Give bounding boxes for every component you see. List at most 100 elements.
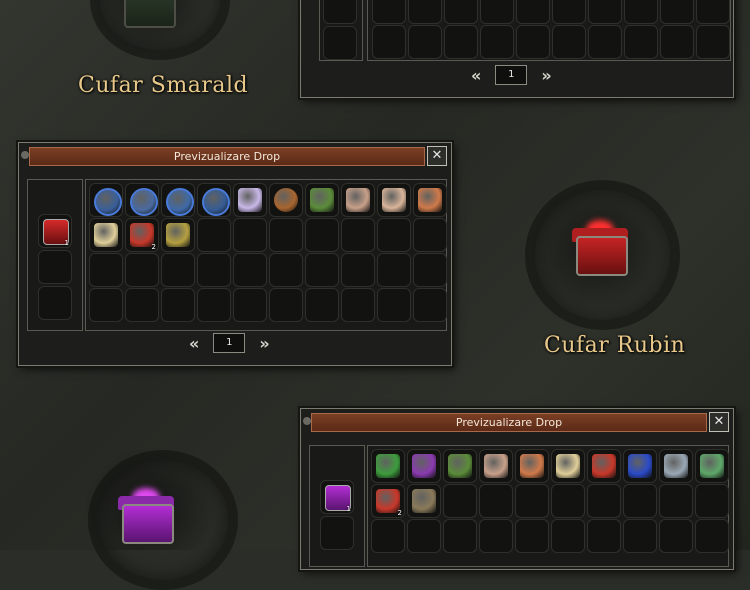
grid-slot[interactable]: [371, 449, 405, 483]
grid-slot[interactable]: [197, 253, 231, 287]
grid-slot[interactable]: [660, 25, 694, 59]
grid-slot[interactable]: [695, 519, 729, 553]
grid-slot[interactable]: [515, 484, 549, 518]
grid-slot[interactable]: [480, 25, 514, 59]
grid-slot[interactable]: [197, 218, 231, 252]
grid-slot[interactable]: [408, 0, 442, 24]
grid-slot[interactable]: [161, 183, 195, 217]
grid-slot[interactable]: [269, 288, 303, 322]
grid-slot[interactable]: [516, 0, 550, 24]
grid-slot[interactable]: [341, 253, 375, 287]
grid-slot[interactable]: [444, 0, 478, 24]
side-slot-chest[interactable]: 1: [38, 214, 72, 248]
amethyst-chest-icon[interactable]: [116, 488, 176, 546]
grid-slot[interactable]: [377, 183, 411, 217]
prev-page-button[interactable]: «: [189, 334, 199, 353]
next-page-button[interactable]: »: [541, 66, 551, 85]
grid-slot[interactable]: [407, 449, 441, 483]
grid-slot[interactable]: [372, 0, 406, 24]
grid-slot[interactable]: [551, 484, 585, 518]
close-button[interactable]: ✕: [427, 146, 447, 166]
grid-slot[interactable]: [695, 449, 729, 483]
grid-slot[interactable]: [444, 25, 478, 59]
next-page-button[interactable]: »: [259, 334, 269, 353]
grid-slot[interactable]: [341, 288, 375, 322]
grid-slot[interactable]: [587, 484, 621, 518]
grid-slot[interactable]: [660, 0, 694, 24]
grid-slot[interactable]: [269, 183, 303, 217]
grid-slot[interactable]: [89, 218, 123, 252]
side-slot[interactable]: [323, 26, 357, 60]
grid-slot[interactable]: [479, 484, 513, 518]
side-slot[interactable]: [38, 250, 72, 284]
grid-slot[interactable]: [161, 288, 195, 322]
grid-slot[interactable]: [479, 449, 513, 483]
grid-slot[interactable]: [161, 218, 195, 252]
grid-slot[interactable]: [479, 519, 513, 553]
grid-slot[interactable]: [305, 288, 339, 322]
grid-slot[interactable]: [305, 218, 339, 252]
ruby-chest-icon[interactable]: [570, 220, 630, 278]
grid-slot[interactable]: [623, 519, 657, 553]
grid-slot[interactable]: [233, 253, 267, 287]
grid-slot[interactable]: [407, 519, 441, 553]
prev-page-button[interactable]: «: [471, 66, 481, 85]
grid-slot[interactable]: [551, 449, 585, 483]
grid-slot[interactable]: [372, 25, 406, 59]
grid-slot[interactable]: [371, 519, 405, 553]
grid-slot[interactable]: [89, 253, 123, 287]
grid-slot[interactable]: [377, 218, 411, 252]
grid-slot[interactable]: [407, 484, 441, 518]
grid-slot[interactable]: [623, 484, 657, 518]
close-button[interactable]: ✕: [709, 412, 729, 432]
grid-slot[interactable]: [695, 484, 729, 518]
grid-slot[interactable]: [696, 25, 730, 59]
grid-slot[interactable]: [269, 253, 303, 287]
grid-slot[interactable]: [377, 288, 411, 322]
grid-slot[interactable]: [413, 253, 447, 287]
grid-slot[interactable]: [587, 519, 621, 553]
grid-slot[interactable]: 2: [371, 484, 405, 518]
grid-slot[interactable]: [696, 0, 730, 24]
grid-slot[interactable]: [89, 183, 123, 217]
grid-slot[interactable]: [197, 288, 231, 322]
grid-slot[interactable]: [341, 218, 375, 252]
grid-slot[interactable]: [413, 183, 447, 217]
grid-slot[interactable]: [161, 253, 195, 287]
grid-slot[interactable]: [623, 449, 657, 483]
grid-slot[interactable]: [89, 288, 123, 322]
grid-slot[interactable]: [480, 0, 514, 24]
side-slot[interactable]: [323, 0, 357, 24]
grid-slot[interactable]: [552, 25, 586, 59]
grid-slot[interactable]: [305, 183, 339, 217]
grid-slot[interactable]: [197, 183, 231, 217]
grid-slot[interactable]: [233, 183, 267, 217]
grid-slot[interactable]: [515, 449, 549, 483]
grid-slot[interactable]: [341, 183, 375, 217]
grid-slot[interactable]: [659, 519, 693, 553]
grid-slot[interactable]: [413, 288, 447, 322]
grid-slot[interactable]: [515, 519, 549, 553]
grid-slot[interactable]: [125, 253, 159, 287]
grid-slot[interactable]: [659, 449, 693, 483]
grid-slot[interactable]: [408, 25, 442, 59]
grid-slot[interactable]: [125, 288, 159, 322]
emerald-chest-icon[interactable]: [118, 0, 178, 30]
grid-slot[interactable]: [443, 519, 477, 553]
grid-slot[interactable]: [413, 218, 447, 252]
grid-slot[interactable]: [269, 218, 303, 252]
grid-slot[interactable]: 2: [125, 218, 159, 252]
grid-slot[interactable]: [624, 25, 658, 59]
side-slot[interactable]: [320, 516, 354, 550]
grid-slot[interactable]: [551, 519, 585, 553]
grid-slot[interactable]: [516, 25, 550, 59]
grid-slot[interactable]: [377, 253, 411, 287]
grid-slot[interactable]: [552, 0, 586, 24]
grid-slot[interactable]: [233, 218, 267, 252]
grid-slot[interactable]: [443, 449, 477, 483]
side-slot[interactable]: [38, 286, 72, 320]
grid-slot[interactable]: [233, 288, 267, 322]
grid-slot[interactable]: [587, 449, 621, 483]
side-slot-chest[interactable]: 1: [320, 480, 354, 514]
grid-slot[interactable]: [443, 484, 477, 518]
